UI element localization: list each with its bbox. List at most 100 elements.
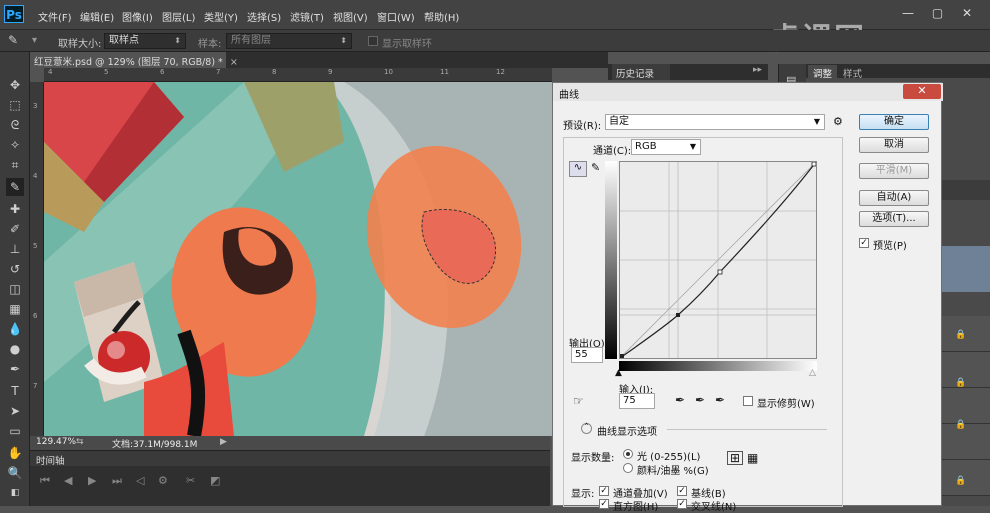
histogram-checkbox[interactable]: ✓	[599, 499, 609, 509]
maximize-icon[interactable]: ▢	[925, 4, 951, 22]
input-value: 75	[623, 395, 636, 406]
preset-options-gear-icon[interactable]: ⚙	[833, 115, 843, 128]
zoom-tool-icon[interactable]: 🔍	[6, 464, 24, 482]
targeted-adjust-hand-icon[interactable]: ☞	[573, 394, 584, 408]
play-icon[interactable]: ▶	[88, 474, 96, 487]
menu-file[interactable]: 文件(F)	[38, 9, 72, 24]
minimize-icon[interactable]: —	[895, 4, 921, 22]
hand-tool-icon[interactable]: ✋	[6, 444, 24, 462]
preset-value: 自定	[609, 116, 629, 127]
eraser-tool-icon[interactable]: ◫	[6, 280, 24, 298]
cancel-button[interactable]: 取消	[859, 137, 929, 153]
clone-stamp-icon[interactable]: ⊥	[6, 240, 24, 258]
grid-4x4-icon[interactable]: ⊞	[727, 451, 743, 465]
options-button[interactable]: 选项(T)...	[859, 211, 929, 227]
menu-help[interactable]: 帮助(H)	[424, 9, 459, 24]
output-field[interactable]: 55	[571, 347, 603, 363]
shape-tool-icon[interactable]: ▭	[6, 422, 24, 440]
audio-icon[interactable]: ◁	[136, 474, 144, 487]
layer-row-selected[interactable]	[938, 246, 990, 292]
dialog-close-button[interactable]: ✕	[903, 84, 941, 99]
menu-type[interactable]: 类型(Y)	[204, 9, 238, 24]
next-frame-icon[interactable]: ⏭	[112, 474, 122, 488]
zoom-level[interactable]: 129.47%	[36, 437, 76, 447]
menu-image[interactable]: 图像(I)	[122, 9, 153, 24]
menu-filter[interactable]: 滤镜(T)	[290, 9, 324, 24]
status-share-icon[interactable]: ⇆	[76, 437, 84, 447]
menu-layer[interactable]: 图层(L)	[162, 9, 195, 24]
expand-options-icon[interactable]: ˄	[581, 423, 592, 434]
panel-collapse-icon[interactable]: ▸▸	[753, 65, 762, 75]
brush-tool-icon[interactable]: ✐	[6, 220, 24, 238]
baseline-checkbox[interactable]: ✓	[677, 486, 687, 496]
move-tool-icon[interactable]: ✥	[6, 76, 24, 94]
channel-select[interactable]: RGB ▼	[631, 139, 701, 155]
preset-select[interactable]: 自定 ▼	[605, 114, 825, 130]
chevron-down-icon: ⬍	[174, 36, 181, 45]
ruler-tick: 4	[48, 68, 53, 76]
menu-select[interactable]: 选择(S)	[247, 9, 281, 24]
split-scissors-icon[interactable]: ✂	[186, 474, 195, 487]
pen-tool-icon[interactable]: ✒	[6, 360, 24, 378]
channel-overlay-checkbox[interactable]: ✓	[599, 486, 609, 496]
black-eyedropper-icon[interactable]: ✒	[675, 393, 685, 407]
black-point-slider-icon[interactable]: ▲	[615, 368, 622, 378]
dodge-tool-icon[interactable]: ●	[6, 340, 24, 358]
sample-size-select[interactable]: 取样点 ⬍	[104, 33, 186, 49]
pigment-radio[interactable]	[623, 463, 633, 473]
settings-gear-icon[interactable]: ⚙	[158, 474, 168, 487]
tab-styles[interactable]: 样式	[838, 65, 867, 81]
prev-frame-icon[interactable]: ◀	[64, 474, 72, 487]
blur-tool-icon[interactable]: 💧	[6, 320, 24, 338]
input-gradient-bar	[619, 361, 817, 371]
history-panel-tab[interactable]: 历史记录	[612, 64, 670, 80]
color-swatches-icon[interactable]: ◧	[6, 484, 24, 502]
sample-select[interactable]: 所有图层 ⬍	[226, 33, 352, 49]
pencil-draw-icon[interactable]: ✎	[591, 161, 605, 177]
eyedropper-tool-icon[interactable]: ✎	[6, 178, 24, 196]
preview-checkbox[interactable]: ✓	[859, 238, 869, 248]
intersection-checkbox[interactable]: ✓	[677, 499, 687, 509]
auto-button[interactable]: 自动(A)	[859, 190, 929, 206]
show-ring-checkbox[interactable]	[368, 36, 378, 46]
first-frame-icon[interactable]: ⏮	[40, 474, 50, 488]
ok-button[interactable]: 确定	[859, 114, 929, 130]
window-controls: — ▢ ✕	[895, 4, 980, 22]
gradient-tool-icon[interactable]: ▦	[6, 300, 24, 318]
dialog-titlebar[interactable]: 曲线	[553, 83, 943, 101]
document-tab-title: 红豆薏米.psd @ 129% (图层 70, RGB/8) *	[34, 57, 223, 68]
show-clipping-checkbox[interactable]	[743, 396, 753, 406]
document-canvas[interactable]	[44, 82, 552, 436]
smooth-button[interactable]: 平滑(M)	[859, 163, 929, 179]
eyedropper-tool-icon[interactable]: ✎	[8, 33, 18, 47]
curve-options-label: 曲线显示选项	[597, 427, 657, 438]
close-icon[interactable]: ✕	[954, 4, 980, 22]
menu-window[interactable]: 窗口(W)	[377, 9, 415, 24]
grid-10x10-icon[interactable]: ▦	[747, 451, 758, 465]
white-eyedropper-icon[interactable]: ✒	[715, 393, 725, 407]
history-brush-icon[interactable]: ↺	[6, 260, 24, 278]
status-arrow-icon[interactable]: ▶	[220, 437, 227, 447]
document-tab[interactable]: 红豆薏米.psd @ 129% (图层 70, RGB/8) * ×	[30, 52, 238, 68]
layer-row[interactable]	[938, 388, 990, 424]
transition-icon[interactable]: ◩	[210, 474, 220, 487]
tool-preset-caret-icon[interactable]: ▾	[32, 35, 37, 46]
quick-select-tool-icon[interactable]: ✧	[6, 136, 24, 154]
tab-adjustments[interactable]: 调整	[808, 65, 838, 81]
marquee-tool-icon[interactable]: ⬚	[6, 96, 24, 114]
gray-eyedropper-icon[interactable]: ✒	[695, 393, 705, 407]
menu-view[interactable]: 视图(V)	[333, 9, 368, 24]
path-select-icon[interactable]: ➤	[6, 402, 24, 420]
input-field[interactable]: 75	[619, 393, 655, 409]
white-point-slider-icon[interactable]: △	[809, 368, 816, 378]
healing-brush-icon[interactable]: ✚	[6, 200, 24, 218]
curve-edit-icon[interactable]: ∿	[569, 161, 587, 177]
close-tab-icon[interactable]: ×	[230, 57, 238, 68]
lasso-tool-icon[interactable]: ᘓ	[6, 116, 24, 134]
ruler-top: 4 5 6 7 8 9 10 11 12	[44, 68, 552, 82]
light-radio[interactable]	[623, 449, 633, 459]
menu-edit[interactable]: 编辑(E)	[80, 9, 114, 24]
crop-tool-icon[interactable]: ⌗	[6, 156, 24, 174]
curves-graph[interactable]	[619, 161, 817, 359]
type-tool-icon[interactable]: T	[6, 382, 24, 400]
